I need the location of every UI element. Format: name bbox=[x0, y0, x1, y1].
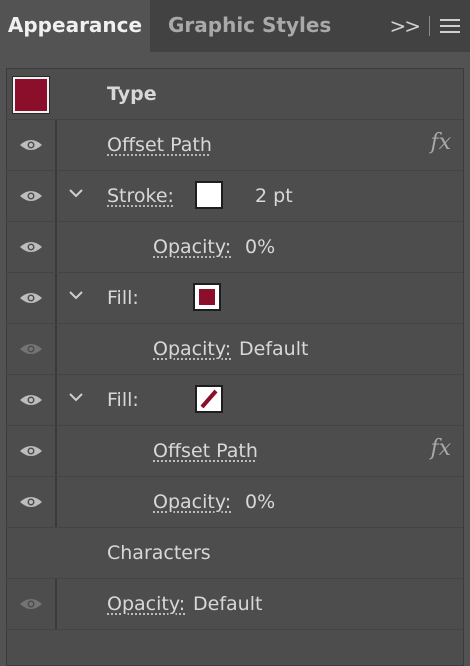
opacity-row[interactable]: Opacity: Default bbox=[7, 579, 463, 630]
fill-row[interactable]: Fill: bbox=[7, 375, 463, 426]
eye-icon bbox=[20, 191, 42, 201]
characters-label[interactable]: Characters bbox=[107, 528, 211, 578]
stroke-link[interactable]: Stroke: bbox=[107, 171, 174, 221]
visibility-toggle[interactable] bbox=[7, 120, 57, 170]
object-thumbnail-swatch bbox=[12, 76, 50, 114]
visibility-toggle[interactable] bbox=[7, 375, 57, 425]
effect-link-offset-path[interactable]: Offset Path bbox=[153, 426, 258, 476]
eye-icon bbox=[20, 599, 42, 609]
opacity-link[interactable]: Opacity: bbox=[153, 477, 231, 527]
eye-icon bbox=[20, 497, 42, 507]
opacity-value: 0% bbox=[245, 236, 276, 258]
characters-row[interactable]: Characters bbox=[7, 528, 463, 579]
chevron-down-icon[interactable] bbox=[69, 392, 83, 402]
eye-icon bbox=[20, 293, 42, 303]
fill-pattern-swatch[interactable] bbox=[195, 385, 223, 413]
visibility-toggle[interactable] bbox=[7, 273, 57, 323]
effect-row-offset-path[interactable]: Offset Path fx bbox=[7, 120, 463, 171]
opacity-value: Default bbox=[239, 338, 309, 360]
panel-menu-icon[interactable] bbox=[440, 18, 460, 34]
opacity-value: 0% bbox=[245, 491, 276, 513]
diagonal-stripe-icon bbox=[197, 387, 221, 411]
chevron-down-icon[interactable] bbox=[69, 290, 83, 300]
stroke-row[interactable]: Stroke: 2 pt bbox=[7, 171, 463, 222]
visibility-toggle[interactable] bbox=[7, 426, 57, 476]
visibility-toggle[interactable] bbox=[7, 579, 57, 629]
eye-icon bbox=[20, 242, 42, 252]
visibility-toggle[interactable] bbox=[7, 324, 57, 374]
opacity-link[interactable]: Opacity: bbox=[107, 579, 185, 629]
object-header-row[interactable]: Type bbox=[7, 69, 463, 120]
opacity-row[interactable]: Opacity: 0% bbox=[7, 222, 463, 273]
fill-row[interactable]: Fill: bbox=[7, 273, 463, 324]
opacity-link[interactable]: Opacity: bbox=[153, 324, 231, 374]
stroke-color-swatch[interactable] bbox=[195, 181, 223, 209]
eye-icon bbox=[20, 140, 42, 150]
eye-icon bbox=[20, 344, 42, 354]
fill-label: Fill: bbox=[107, 389, 139, 411]
visibility-toggle[interactable] bbox=[7, 171, 57, 221]
tab-appearance[interactable]: Appearance bbox=[0, 0, 150, 52]
divider bbox=[429, 16, 430, 36]
tab-graphic-styles[interactable]: Graphic Styles bbox=[168, 0, 331, 52]
stroke-weight-value[interactable]: 2 pt bbox=[255, 171, 293, 221]
fx-icon: fx bbox=[430, 130, 451, 155]
eye-icon bbox=[20, 446, 42, 456]
object-type-label: Type bbox=[107, 83, 157, 105]
eye-icon bbox=[20, 395, 42, 405]
opacity-row[interactable]: Opacity: Default bbox=[7, 324, 463, 375]
panel-tabbar: Appearance Graphic Styles >> bbox=[0, 0, 470, 52]
visibility-toggle[interactable] bbox=[7, 477, 57, 527]
chevron-down-icon[interactable] bbox=[69, 188, 83, 198]
appearance-panel: Type Offset Path fx Stroke: 2 pt Opacity… bbox=[6, 68, 464, 666]
fill-color-swatch[interactable] bbox=[193, 283, 221, 311]
effect-row-offset-path[interactable]: Offset Path fx bbox=[7, 426, 463, 477]
opacity-value: Default bbox=[193, 593, 263, 615]
opacity-link[interactable]: Opacity: bbox=[153, 222, 231, 272]
collapse-panel-icon[interactable]: >> bbox=[389, 14, 420, 38]
opacity-row[interactable]: Opacity: 0% bbox=[7, 477, 463, 528]
effect-link-offset-path[interactable]: Offset Path bbox=[107, 120, 212, 170]
tab-actions: >> bbox=[389, 0, 460, 52]
fill-label: Fill: bbox=[107, 287, 139, 309]
fx-icon: fx bbox=[430, 436, 451, 461]
visibility-toggle[interactable] bbox=[7, 222, 57, 272]
